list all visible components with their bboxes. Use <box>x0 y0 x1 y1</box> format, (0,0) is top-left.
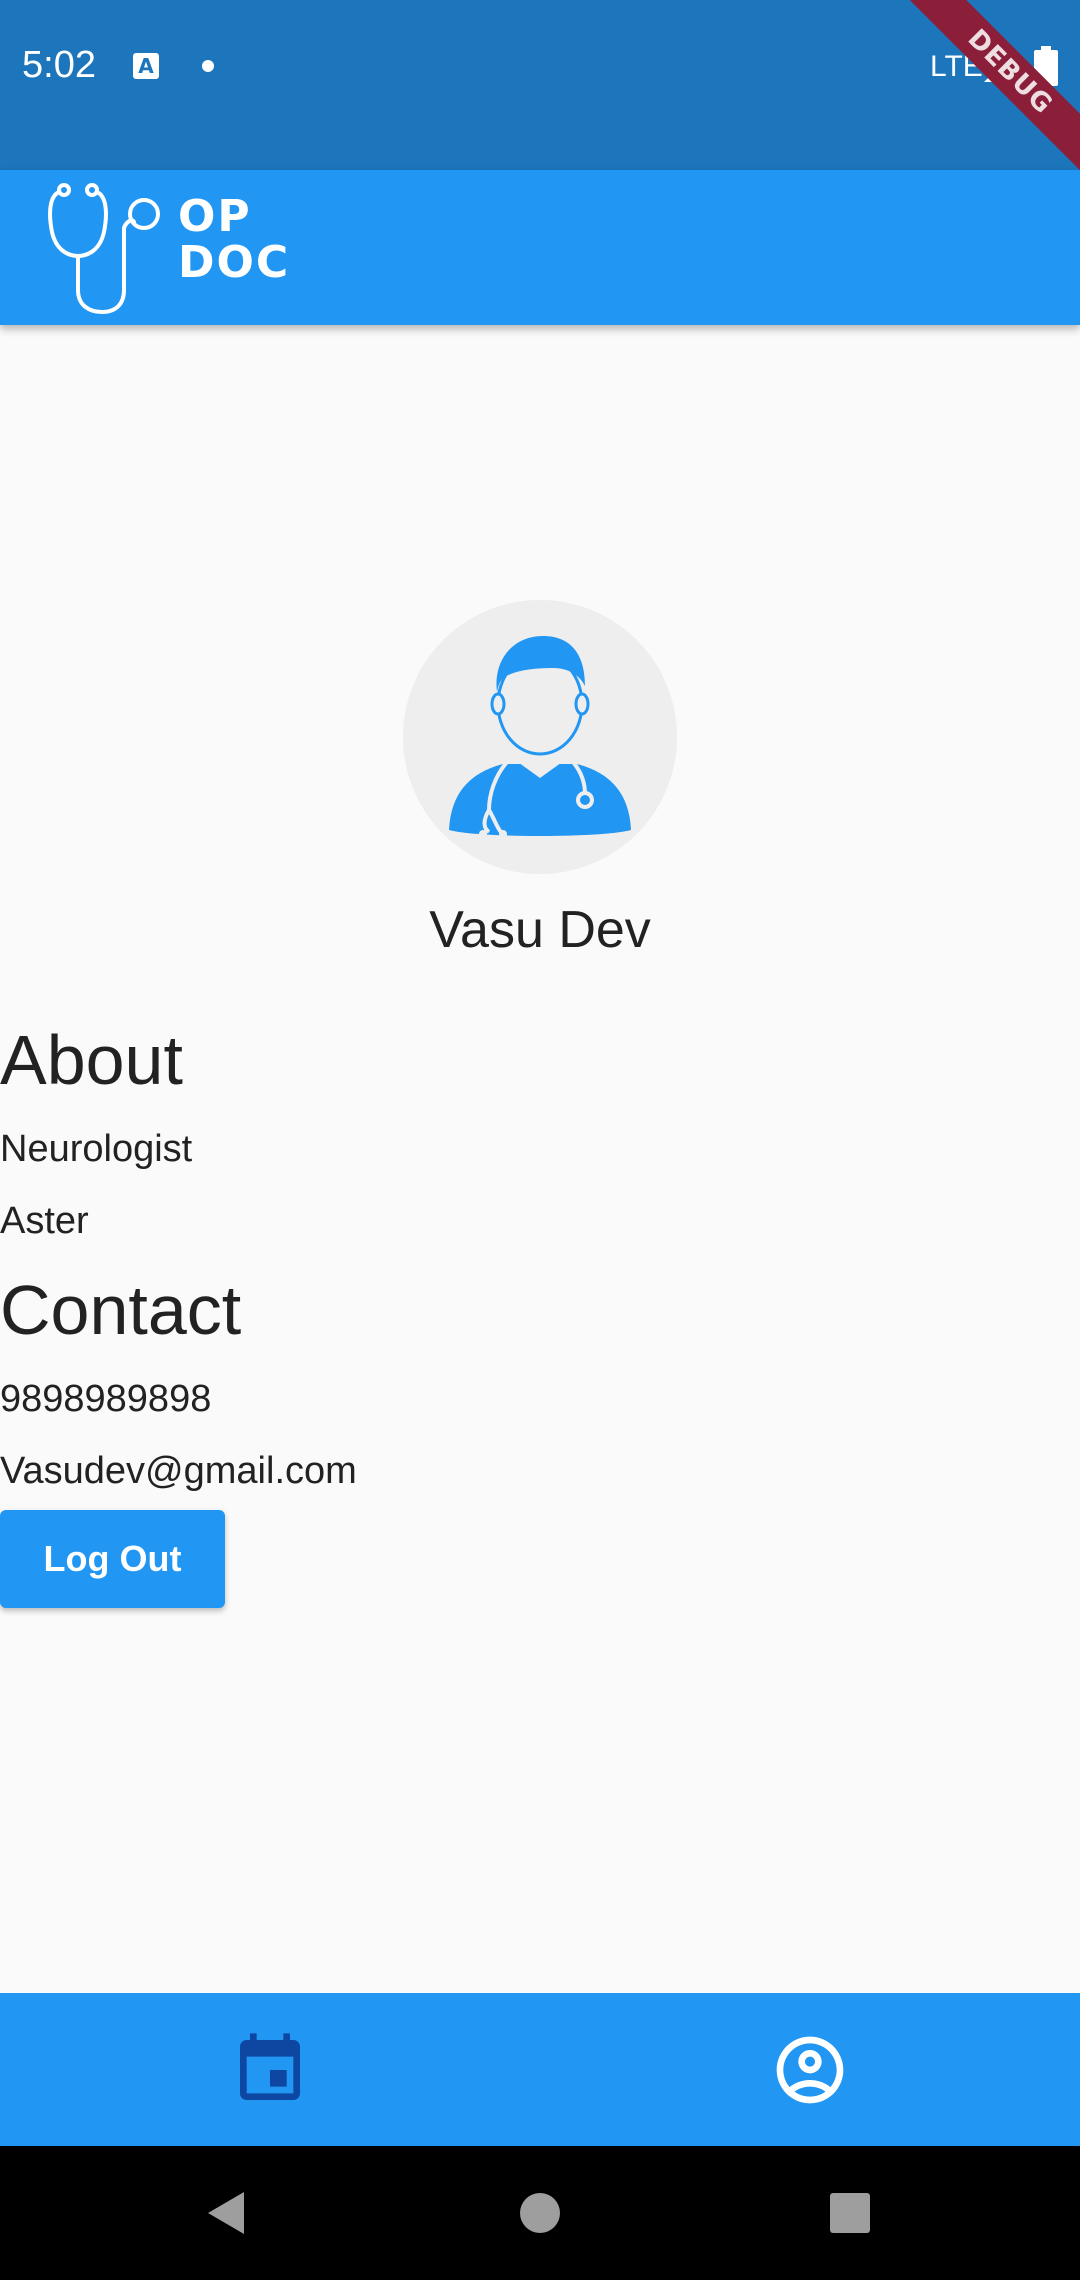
about-heading: About <box>0 1021 183 1099</box>
accessibility-notification-icon: A <box>133 53 159 79</box>
back-triangle-icon <box>208 2192 244 2234</box>
status-time: 5:02 <box>22 44 96 86</box>
app-logo-text: OP DOC <box>178 194 290 286</box>
phone-text: 9898989898 <box>0 1378 212 1420</box>
bottom-navigation <box>0 1993 1080 2146</box>
home-circle-icon <box>520 2193 560 2233</box>
stethoscope-logo-icon <box>48 183 160 315</box>
logo-line-doc: DOC <box>178 237 291 288</box>
specialty-text: Neurologist <box>0 1128 193 1170</box>
system-navigation-bar <box>0 2146 1080 2280</box>
system-recents-button[interactable] <box>810 2173 890 2253</box>
system-back-button[interactable] <box>186 2173 266 2253</box>
profile-screen: 5:02 A LTE DEBUG OP DOC Vasu Dev About N… <box>0 0 1080 2280</box>
app-bar: OP DOC <box>0 170 1080 325</box>
system-home-button[interactable] <box>500 2173 580 2253</box>
status-bar: 5:02 A LTE DEBUG <box>0 0 1080 193</box>
doctor-avatar <box>403 600 677 874</box>
contact-heading: Contact <box>0 1271 242 1349</box>
doctor-avatar-icon <box>403 600 677 874</box>
logo-line-op: OP <box>178 191 252 242</box>
email-text: Vasudev@gmail.com <box>0 1450 357 1492</box>
logout-button[interactable]: Log Out <box>0 1510 225 1608</box>
nav-item-profile[interactable] <box>540 1993 1080 2146</box>
account-circle-icon <box>776 2036 844 2103</box>
notification-dot-icon <box>202 60 214 72</box>
doctor-name: Vasu Dev <box>429 901 651 959</box>
debug-banner: DEBUG <box>889 0 1080 193</box>
calendar-icon <box>240 2032 300 2100</box>
recents-square-icon <box>830 2193 870 2233</box>
hospital-text: Aster <box>0 1200 89 1242</box>
nav-item-appointments[interactable] <box>0 1993 540 2146</box>
svg-text:A: A <box>138 54 154 78</box>
